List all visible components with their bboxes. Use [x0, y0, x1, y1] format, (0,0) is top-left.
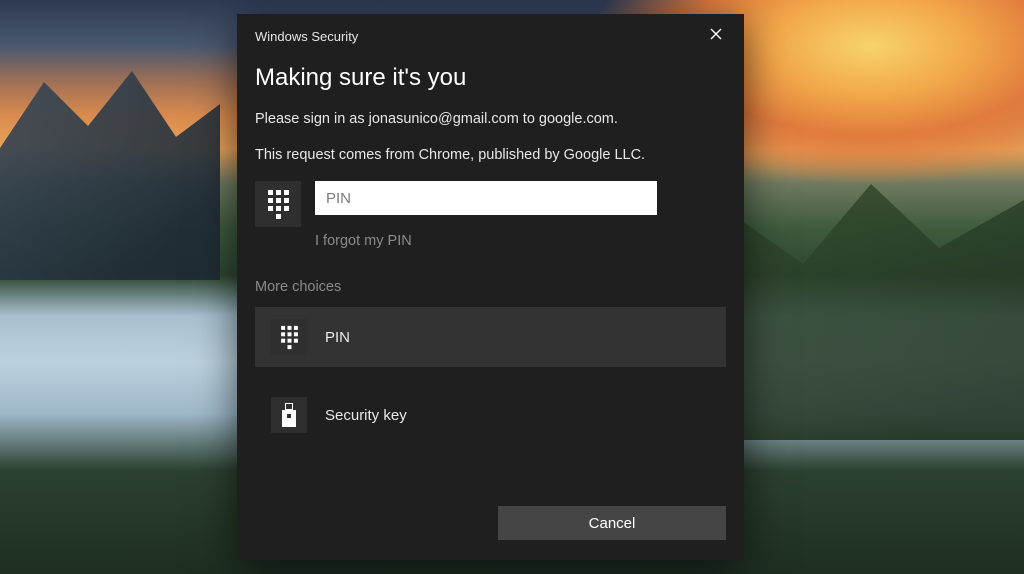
more-choices-label: More choices: [255, 279, 726, 295]
auth-choice-pin[interactable]: PIN: [255, 307, 726, 367]
auth-choice-security-key[interactable]: Security key: [255, 385, 726, 445]
request-origin-text: This request comes from Chrome, publishe…: [255, 146, 726, 166]
close-icon: [710, 27, 722, 45]
forgot-pin-link[interactable]: I forgot my PIN: [315, 233, 412, 249]
dialog-content: Making sure it's you Please sign in as j…: [237, 52, 744, 463]
usb-key-icon: [271, 397, 307, 433]
dialog-titlebar: Windows Security: [237, 14, 744, 52]
pin-entry-row: I forgot my PIN: [255, 181, 726, 249]
cancel-button[interactable]: Cancel: [498, 506, 726, 540]
auth-choice-label: PIN: [325, 329, 350, 346]
dialog-title: Windows Security: [255, 29, 358, 44]
keypad-icon: [271, 319, 307, 355]
close-button[interactable]: [702, 22, 730, 50]
auth-choice-label: Security key: [325, 407, 407, 424]
keypad-icon: [255, 181, 301, 227]
dialog-heading: Making sure it's you: [255, 64, 726, 92]
auth-choice-list: PIN Security key: [255, 307, 726, 445]
pin-input[interactable]: [315, 181, 657, 215]
dialog-button-row: Cancel: [237, 506, 744, 540]
windows-security-dialog: Windows Security Making sure it's you Pl…: [237, 14, 744, 560]
signin-instruction: Please sign in as jonasunico@gmail.com t…: [255, 110, 726, 130]
